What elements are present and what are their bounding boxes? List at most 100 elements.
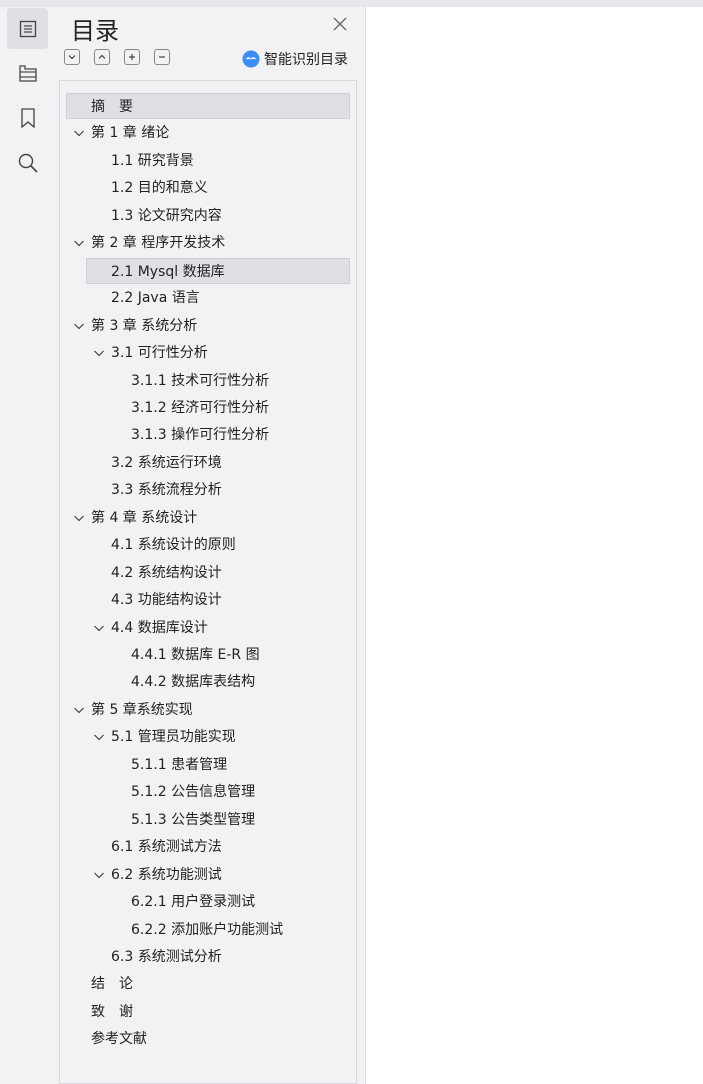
toc-item-label: 2.2 Java 语言 — [111, 290, 200, 307]
bookmark-tab-button[interactable] — [7, 97, 48, 138]
toc-item[interactable]: 3.1.3 操作可行性分析 — [60, 422, 356, 448]
chevron-down-icon[interactable] — [73, 505, 85, 531]
toc-item[interactable]: 结 论 — [60, 971, 356, 997]
toc-item-label: 6.3 系统测试分析 — [111, 948, 222, 965]
toc-item[interactable]: 5.1.3 公告类型管理 — [60, 807, 356, 833]
toc-item-label: 第 4 章 系统设计 — [91, 509, 198, 526]
chevron-down-icon[interactable] — [73, 120, 85, 146]
toc-item-label: 第 2 章 程序开发技术 — [91, 235, 226, 252]
bookmark-icon — [20, 107, 35, 128]
toc-item-label: 第 5 章系统实现 — [91, 701, 193, 718]
toc-item[interactable]: 2.1 Mysql 数据库 — [86, 257, 350, 284]
toc-item[interactable]: 6.2.2 添加账户功能测试 — [60, 917, 356, 943]
toc-item[interactable]: 3.1 可行性分析 — [60, 340, 356, 366]
toc-item[interactable]: 3.3 系统流程分析 — [60, 477, 356, 503]
toc-item-label: 6.2 系统功能测试 — [111, 866, 222, 883]
toc-item[interactable]: 4.4.1 数据库 E-R 图 — [60, 642, 356, 668]
document-area — [365, 7, 703, 1084]
toc-item-label: 6.2.1 用户登录测试 — [131, 894, 256, 911]
expand-all-button[interactable] — [64, 49, 80, 65]
toc-item[interactable]: 6.1 系统测试方法 — [60, 834, 356, 860]
toc-item[interactable]: 参考文献 — [60, 1026, 356, 1052]
sidebar-rail — [0, 7, 54, 1084]
toc-item-label: 2.1 Mysql 数据库 — [111, 263, 225, 280]
toc-item[interactable]: 4.2 系统结构设计 — [60, 560, 356, 586]
toc-icon — [19, 20, 36, 37]
toc-item[interactable]: 4.1 系统设计的原则 — [60, 532, 356, 558]
toc-item[interactable]: 5.1 管理员功能实现 — [60, 724, 356, 750]
chevron-up-icon — [98, 54, 106, 59]
toc-item[interactable]: 致 谢 — [60, 999, 356, 1025]
toc-tree: 摘 要第 1 章 绪论 1.1 研究背景 1.2 目的和意义 1.3 论文研究内容第 … — [59, 80, 357, 1084]
toc-item[interactable]: 3.2 系统运行环境 — [60, 450, 356, 476]
search-tab-button[interactable] — [7, 142, 48, 183]
plus-icon — [129, 54, 135, 60]
toc-item-label: 3.3 系统流程分析 — [111, 482, 222, 499]
toc-item-label: 4.4.1 数据库 E-R 图 — [131, 647, 260, 663]
toc-panel: 目录 智能识别目录 摘 要第 1 章 绪论 1.1 研究背景 1.2 目的和意义… — [56, 7, 362, 1084]
toc-item[interactable]: 第 1 章 绪论 — [60, 120, 356, 146]
chevron-down-icon[interactable] — [93, 724, 105, 750]
toc-item-label: 1.3 论文研究内容 — [111, 207, 222, 224]
toc-item[interactable]: 6.2 系统功能测试 — [60, 862, 356, 888]
toc-item-label: 4.2 系统结构设计 — [111, 564, 222, 581]
toc-item-label: 3.1.1 技术可行性分析 — [131, 372, 270, 389]
toc-item-label: 3.1 可行性分析 — [111, 345, 208, 362]
chevron-down-icon[interactable] — [93, 615, 105, 641]
toc-item[interactable]: 2.2 Java 语言 — [60, 285, 356, 311]
chevron-down-icon[interactable] — [73, 313, 85, 339]
toc-item-label: 6.2.2 添加账户功能测试 — [131, 921, 284, 938]
thumbnail-icon — [18, 64, 37, 82]
chevron-down-icon[interactable] — [73, 230, 85, 256]
toc-item-label: 1.1 研究背景 — [111, 152, 194, 169]
toc-item[interactable]: 第 4 章 系统设计 — [60, 505, 356, 531]
toc-item-label: 5.1.3 公告类型管理 — [131, 811, 256, 828]
chevron-down-icon — [68, 55, 76, 60]
toc-item[interactable]: 4.4 数据库设计 — [60, 615, 356, 641]
toc-item-label: 致 谢 — [91, 1003, 133, 1020]
toc-item-label: 4.3 功能结构设计 — [111, 592, 222, 609]
toc-item-label: 3.2 系统运行环境 — [111, 454, 222, 471]
toc-item[interactable]: 第 3 章 系统分析 — [60, 313, 356, 339]
collapse-all-button[interactable] — [94, 49, 110, 65]
smart-detect-toc-button[interactable]: 智能识别目录 — [242, 49, 348, 69]
toc-item[interactable]: 6.2.1 用户登录测试 — [60, 889, 356, 915]
toc-item-label: 5.1.1 患者管理 — [131, 756, 228, 773]
top-border — [0, 0, 703, 7]
toc-item-label: 结 论 — [91, 976, 133, 993]
toc-item-label: 第 3 章 系统分析 — [91, 317, 198, 334]
toc-item-label: 第 1 章 绪论 — [91, 125, 170, 142]
toc-item-label: 3.1.3 操作可行性分析 — [131, 427, 270, 444]
chevron-down-icon[interactable] — [93, 340, 105, 366]
toc-item[interactable]: 6.3 系统测试分析 — [60, 944, 356, 970]
toc-item-label: 4.4.2 数据库表结构 — [131, 674, 256, 691]
minus-icon — [159, 56, 165, 58]
toc-item[interactable]: 摘 要 — [66, 93, 350, 119]
toc-item-label: 5.1 管理员功能实现 — [111, 729, 236, 746]
panel-title: 目录 — [71, 17, 119, 45]
toc-item-label: 4.1 系统设计的原则 — [111, 537, 236, 554]
toc-item[interactable]: 3.1.2 经济可行性分析 — [60, 395, 356, 421]
toc-item[interactable]: 3.1.1 技术可行性分析 — [60, 368, 356, 394]
toc-item-label: 3.1.2 经济可行性分析 — [131, 399, 270, 416]
add-entry-button[interactable] — [124, 49, 140, 65]
toc-item[interactable]: 1.2 目的和意义 — [60, 175, 356, 201]
chevron-down-icon[interactable] — [93, 862, 105, 888]
thumbnail-tab-button[interactable] — [7, 52, 48, 93]
toc-item[interactable]: 4.3 功能结构设计 — [60, 587, 356, 613]
toc-item[interactable]: 5.1.2 公告信息管理 — [60, 779, 356, 805]
toc-tab-button[interactable] — [7, 8, 48, 49]
toc-item[interactable]: 1.3 论文研究内容 — [60, 203, 356, 229]
toc-item-label: 6.1 系统测试方法 — [111, 839, 222, 856]
toc-item[interactable]: 第 2 章 程序开发技术 — [60, 230, 356, 256]
toc-item[interactable]: 1.1 研究背景 — [60, 148, 356, 174]
toc-item-label: 参考文献 — [91, 1031, 147, 1048]
chevron-down-icon[interactable] — [73, 697, 85, 723]
remove-entry-button[interactable] — [154, 49, 170, 65]
toc-item[interactable]: 第 5 章系统实现 — [60, 697, 356, 723]
close-icon[interactable] — [331, 15, 349, 33]
toc-item-label: 摘 要 — [91, 99, 133, 115]
smart-detect-label: 智能识别目录 — [264, 52, 348, 68]
toc-item[interactable]: 4.4.2 数据库表结构 — [60, 669, 356, 695]
toc-item[interactable]: 5.1.1 患者管理 — [60, 752, 356, 778]
